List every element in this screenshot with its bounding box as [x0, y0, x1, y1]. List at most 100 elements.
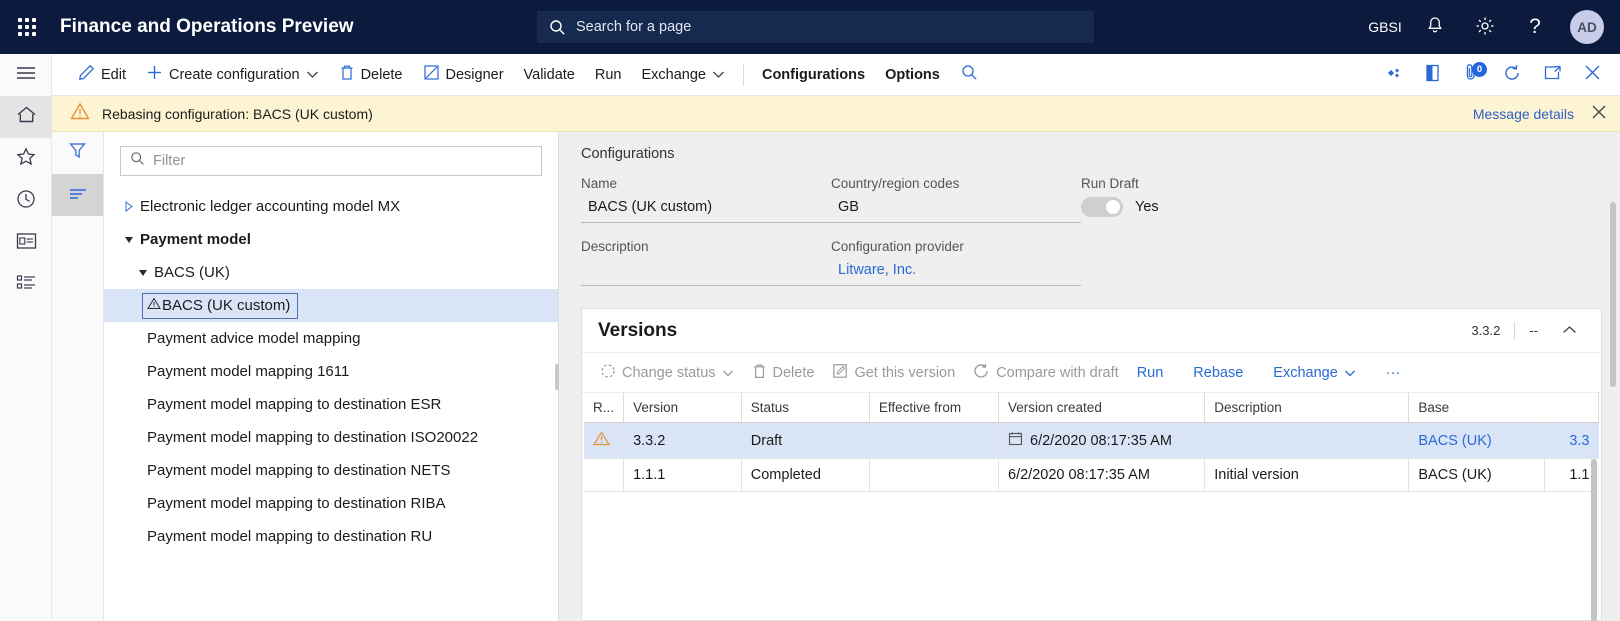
country-field[interactable]: GB	[831, 197, 1081, 223]
tree-node-electronic-ledger-accounting-model-mx[interactable]: Electronic ledger accounting model MX	[104, 190, 558, 223]
tree-node-payment-model-mapping-nets[interactable]: Payment model mapping to destination NET…	[104, 454, 558, 487]
calendar-icon	[1008, 431, 1023, 450]
version-exchange-button[interactable]: Exchange	[1265, 357, 1364, 389]
tab-options[interactable]: Options	[875, 54, 950, 96]
warning-triangle-icon	[592, 431, 611, 450]
col-header-status[interactable]: Status	[741, 393, 870, 423]
tab-configurations[interactable]: Configurations	[752, 54, 875, 96]
tree-node-payment-model-mapping-iso20022[interactable]: Payment model mapping to destination ISO…	[104, 421, 558, 454]
tree-node-payment-model-mapping-esr[interactable]: Payment model mapping to destination ESR	[104, 388, 558, 421]
tree-node-payment-model-mapping-riba[interactable]: Payment model mapping to destination RIB…	[104, 487, 558, 520]
app-title: Finance and Operations Preview	[60, 16, 354, 37]
sidebar-item-home[interactable]	[0, 96, 52, 138]
compare-with-draft-button[interactable]: Compare with draft	[965, 357, 1127, 389]
validate-button-label: Validate	[523, 66, 575, 83]
popout-icon	[1543, 65, 1562, 86]
message-details-link[interactable]: Message details	[1473, 106, 1574, 122]
col-header-effective-from[interactable]: Effective from	[869, 393, 1000, 423]
delete-button-label: Delete	[360, 66, 403, 83]
bell-icon	[1426, 16, 1444, 38]
notifications-button[interactable]	[1410, 0, 1460, 54]
tree-node-label: Payment model mapping to destination RIB…	[147, 495, 446, 512]
settings-button[interactable]	[1460, 0, 1510, 54]
company-selector[interactable]: GBSI	[1360, 0, 1410, 54]
designer-button[interactable]: Designer	[413, 54, 514, 96]
run-draft-row: Yes	[1081, 197, 1281, 217]
list-tool-button[interactable]	[52, 174, 103, 216]
chevron-down-icon[interactable]	[118, 234, 140, 245]
table-row[interactable]: 1.1.1 Completed 6/2/2020 08:17:35 AM Ini…	[584, 458, 1599, 492]
provider-field[interactable]: Litware, Inc.	[831, 260, 1081, 286]
create-configuration-button[interactable]: Create configuration	[136, 54, 329, 96]
col-header-base[interactable]: Base	[1408, 393, 1599, 423]
avatar[interactable]: AD	[1570, 10, 1604, 44]
hamburger-menu-button[interactable]	[0, 54, 52, 96]
edit-button[interactable]: Edit	[68, 54, 136, 96]
trash-icon	[339, 64, 355, 85]
col-header-version-created[interactable]: Version created	[998, 393, 1206, 423]
share-icon	[1382, 66, 1402, 85]
tree-node-bacs-uk-custom[interactable]: BACS (UK custom)	[104, 289, 558, 322]
global-search-box[interactable]	[537, 11, 1094, 43]
filter-input[interactable]	[153, 153, 532, 169]
tree-node-payment-advice-model-mapping[interactable]: Payment advice model mapping	[104, 322, 558, 355]
chevron-up-icon[interactable]	[1552, 323, 1587, 338]
app-launcher-button[interactable]	[0, 0, 54, 54]
sidebar-item-workspaces[interactable]	[0, 222, 52, 264]
tree-filter-box[interactable]	[120, 146, 542, 176]
share-button[interactable]	[1372, 54, 1412, 96]
delete-button[interactable]: Delete	[329, 54, 413, 96]
toolbar-search-button[interactable]	[950, 54, 990, 96]
filter-tool-button[interactable]	[52, 132, 103, 174]
run-draft-label: Run Draft	[1081, 176, 1139, 191]
rebase-button[interactable]: Rebase	[1185, 357, 1251, 389]
close-icon[interactable]	[1590, 103, 1608, 126]
cell-effective-from[interactable]	[869, 458, 1000, 492]
name-field[interactable]: BACS (UK custom)	[581, 197, 831, 223]
table-header-row: R... Version Status Effective from Versi…	[584, 393, 1599, 423]
run-button[interactable]: Run	[585, 54, 632, 96]
col-header-description[interactable]: Description	[1204, 393, 1410, 423]
close-page-button[interactable]	[1572, 54, 1612, 96]
sidebar-item-recent[interactable]	[0, 180, 52, 222]
sidebar-item-favorites[interactable]	[0, 138, 52, 180]
tree-node-label: Electronic ledger accounting model MX	[140, 198, 401, 215]
description-field[interactable]	[581, 260, 831, 286]
get-this-version-label: Get this version	[854, 364, 956, 381]
detail-scrollbar-thumb[interactable]	[1610, 202, 1616, 387]
versions-scrollbar-thumb[interactable]	[1591, 459, 1597, 621]
toggle-knob	[1106, 200, 1120, 214]
version-delete-button[interactable]: Delete	[744, 357, 823, 389]
office-button[interactable]	[1412, 54, 1452, 96]
col-header-r[interactable]: R...	[584, 393, 625, 423]
search-input[interactable]	[576, 19, 1082, 35]
tab-options-label: Options	[885, 66, 940, 83]
version-run-button[interactable]: Run	[1129, 357, 1172, 389]
exchange-button[interactable]: Exchange	[631, 54, 735, 96]
more-options-button[interactable]: ···	[1378, 357, 1409, 389]
attachments-button[interactable]: 0	[1452, 54, 1492, 96]
tree-node-payment-model[interactable]: Payment model	[104, 223, 558, 256]
workspace: Electronic ledger accounting model MX Pa…	[52, 132, 1620, 621]
tree-node-bacs-uk[interactable]: BACS (UK)	[104, 256, 558, 289]
table-row[interactable]: 3.3.2 Draft 6/2/2020 08:17:35 AM BACS (U…	[584, 422, 1599, 459]
get-this-version-button[interactable]: Get this version	[824, 357, 963, 389]
attachment-count-badge: 0	[1472, 62, 1487, 77]
country-label: Country/region codes	[831, 176, 960, 191]
cell-base[interactable]: BACS (UK)	[1408, 422, 1545, 459]
change-status-button[interactable]: Change status	[592, 357, 742, 389]
cell-description	[1204, 422, 1410, 459]
tree-node-payment-model-mapping-ru[interactable]: Payment model mapping to destination RU	[104, 520, 558, 553]
popout-button[interactable]	[1532, 54, 1572, 96]
tree-node-payment-model-mapping-1611[interactable]: Payment model mapping 1611	[104, 355, 558, 388]
cell-effective-from[interactable]	[869, 422, 1000, 459]
refresh-button[interactable]	[1492, 54, 1532, 96]
col-header-version[interactable]: Version	[623, 393, 742, 423]
help-button[interactable]: ?	[1510, 0, 1560, 54]
chevron-right-icon[interactable]	[118, 201, 140, 212]
run-draft-toggle[interactable]	[1081, 197, 1123, 217]
validate-button[interactable]: Validate	[514, 54, 585, 96]
sidebar-item-modules[interactable]	[0, 264, 52, 306]
list-lines-icon	[68, 186, 88, 205]
chevron-down-icon[interactable]	[132, 267, 154, 278]
